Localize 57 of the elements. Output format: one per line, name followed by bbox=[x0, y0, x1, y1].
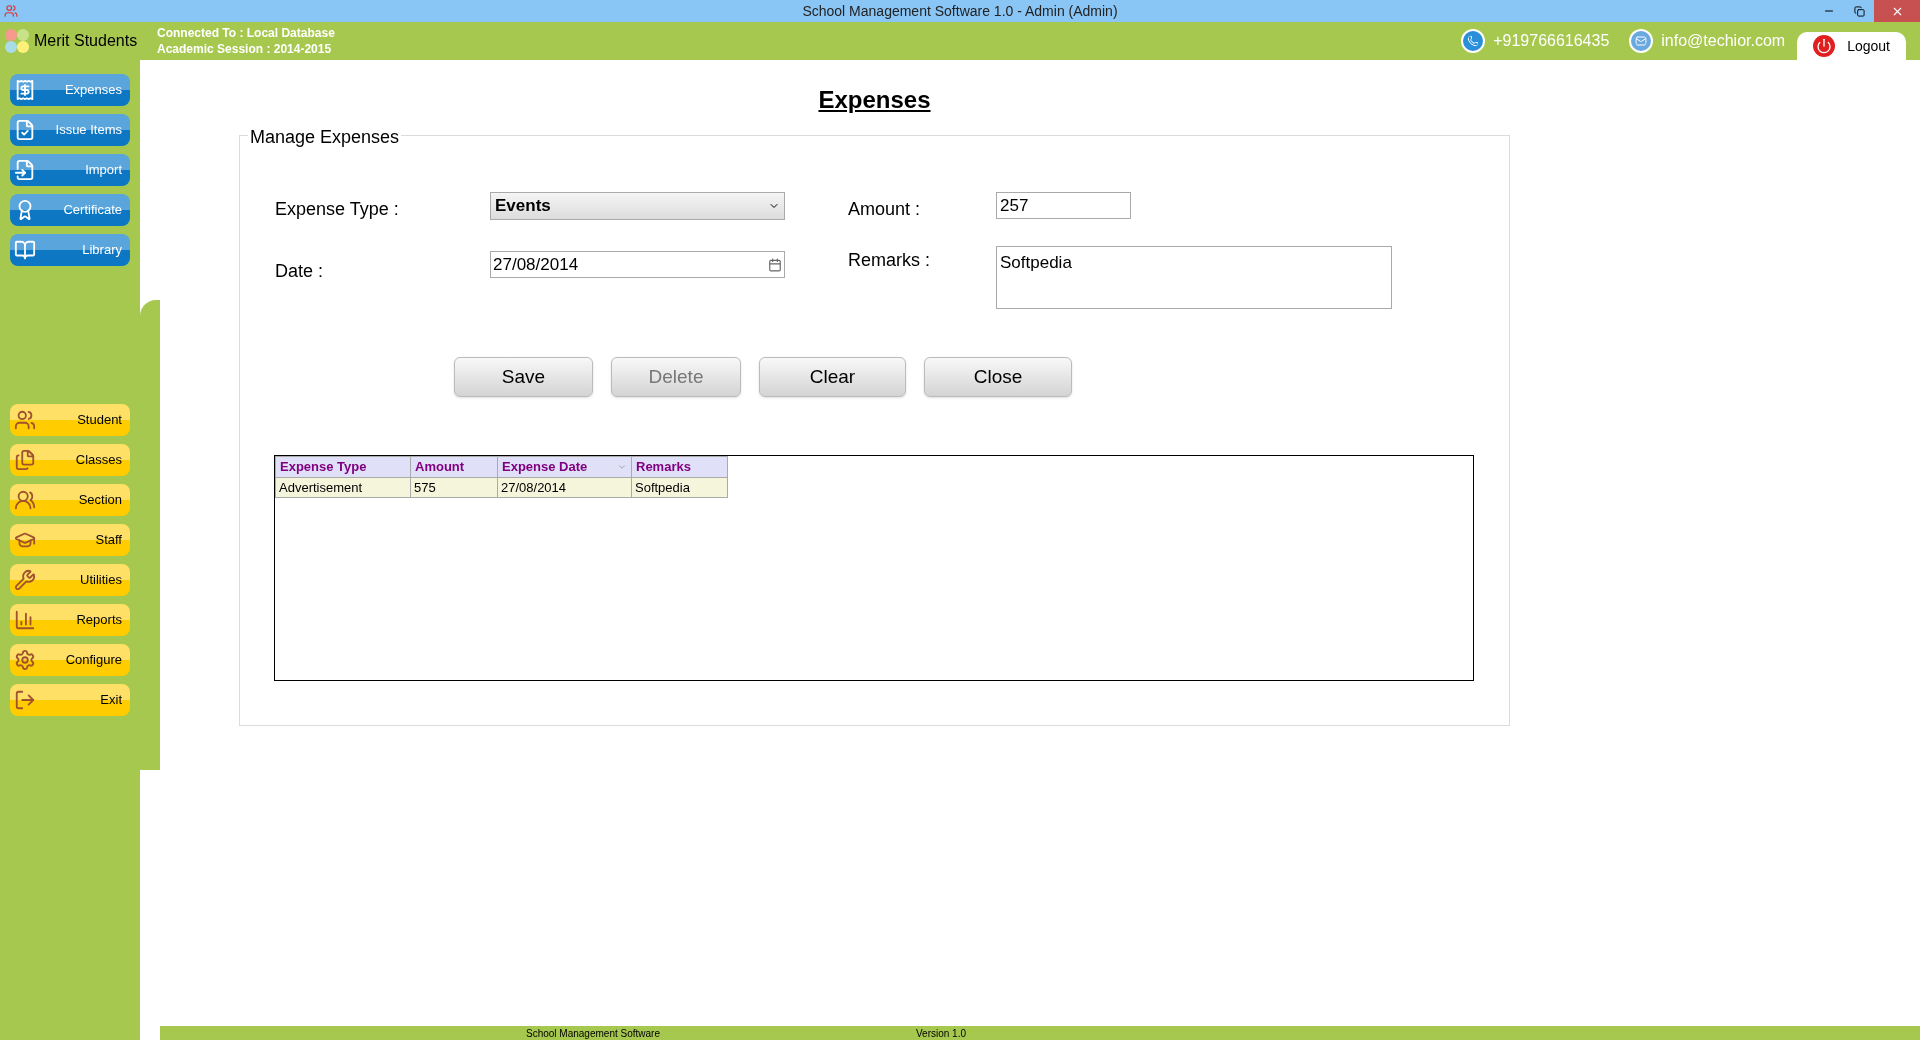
sidebar-button[interactable]: Utilities bbox=[10, 564, 130, 596]
sidebar-button[interactable]: Library bbox=[10, 234, 130, 266]
field-label: Remarks : bbox=[848, 249, 931, 272]
menu-item-icon bbox=[14, 649, 36, 671]
menu-item-icon bbox=[14, 489, 36, 511]
email-address: info@techior.com bbox=[1661, 31, 1786, 51]
action-button[interactable]: Close bbox=[924, 357, 1072, 397]
logout-button[interactable]: Logout bbox=[1797, 32, 1906, 60]
sidebar-button[interactable]: Expenses bbox=[10, 74, 130, 106]
page-title: Expenses bbox=[818, 85, 931, 115]
menu-item-icon bbox=[14, 449, 36, 471]
menu-item-icon bbox=[14, 79, 36, 101]
field-label: Amount : bbox=[848, 198, 922, 221]
action-button[interactable]: Clear bbox=[759, 357, 906, 397]
menu-item-icon bbox=[14, 569, 36, 591]
sidebar-button[interactable]: Classes bbox=[10, 444, 130, 476]
expense-type-dropdown[interactable]: Events bbox=[490, 192, 785, 220]
sidebar-button[interactable]: Configure bbox=[10, 644, 130, 676]
table-cell: Advertisement bbox=[275, 477, 411, 498]
phone-icon bbox=[1461, 29, 1486, 53]
power-icon bbox=[1813, 35, 1836, 57]
menu-item-icon bbox=[14, 609, 36, 631]
window-title: School Management Software 1.0 - Admin (Admin) bbox=[802, 1, 1118, 21]
amount-field[interactable]: 257 bbox=[996, 192, 1131, 219]
sidebar-button[interactable]: Certificate bbox=[10, 194, 130, 226]
product-name: School Management Software bbox=[526, 1026, 660, 1040]
sidebar-button[interactable]: Issue Items bbox=[10, 114, 130, 146]
restore-icon bbox=[1853, 5, 1865, 17]
column-header[interactable]: Expense Date bbox=[497, 456, 632, 477]
column-header[interactable]: Remarks bbox=[631, 456, 728, 477]
version-label: Version 1.0 bbox=[915, 1026, 966, 1040]
sidebar-button[interactable]: Exit bbox=[10, 684, 130, 716]
close-button[interactable] bbox=[1874, 0, 1920, 22]
field-label: Date : bbox=[275, 260, 325, 283]
remarks-field[interactable]: Softpedia bbox=[996, 246, 1392, 309]
sidebar-button[interactable]: Section bbox=[10, 484, 130, 516]
field-label: Expense Type : bbox=[275, 198, 400, 221]
mail-icon bbox=[1629, 29, 1654, 53]
action-button[interactable]: Save bbox=[454, 357, 593, 397]
phone-number: +919766616435 bbox=[1493, 31, 1610, 51]
date-picker[interactable]: 27/08/2014 bbox=[490, 251, 785, 278]
sidebar-button[interactable]: Student bbox=[10, 404, 130, 436]
sidebar-button[interactable]: Staff bbox=[10, 524, 130, 556]
app-icon bbox=[4, 4, 18, 18]
menu-item-icon bbox=[14, 409, 36, 431]
sidebar-button[interactable]: Reports bbox=[10, 604, 130, 636]
circles-logo-icon bbox=[4, 28, 30, 54]
menu-item-icon bbox=[14, 689, 36, 711]
menu-item-icon bbox=[14, 119, 36, 141]
menu-item-icon bbox=[14, 159, 36, 181]
connection-status: Connected To : Local Database bbox=[157, 25, 335, 41]
column-header[interactable]: Expense Type bbox=[275, 456, 411, 477]
column-header[interactable]: Amount bbox=[410, 456, 498, 477]
app-name: Merit Students bbox=[34, 31, 138, 51]
calendar-icon bbox=[768, 257, 782, 272]
menu-item-icon bbox=[14, 239, 36, 261]
academic-session: Academic Session : 2014-2015 bbox=[157, 41, 333, 57]
